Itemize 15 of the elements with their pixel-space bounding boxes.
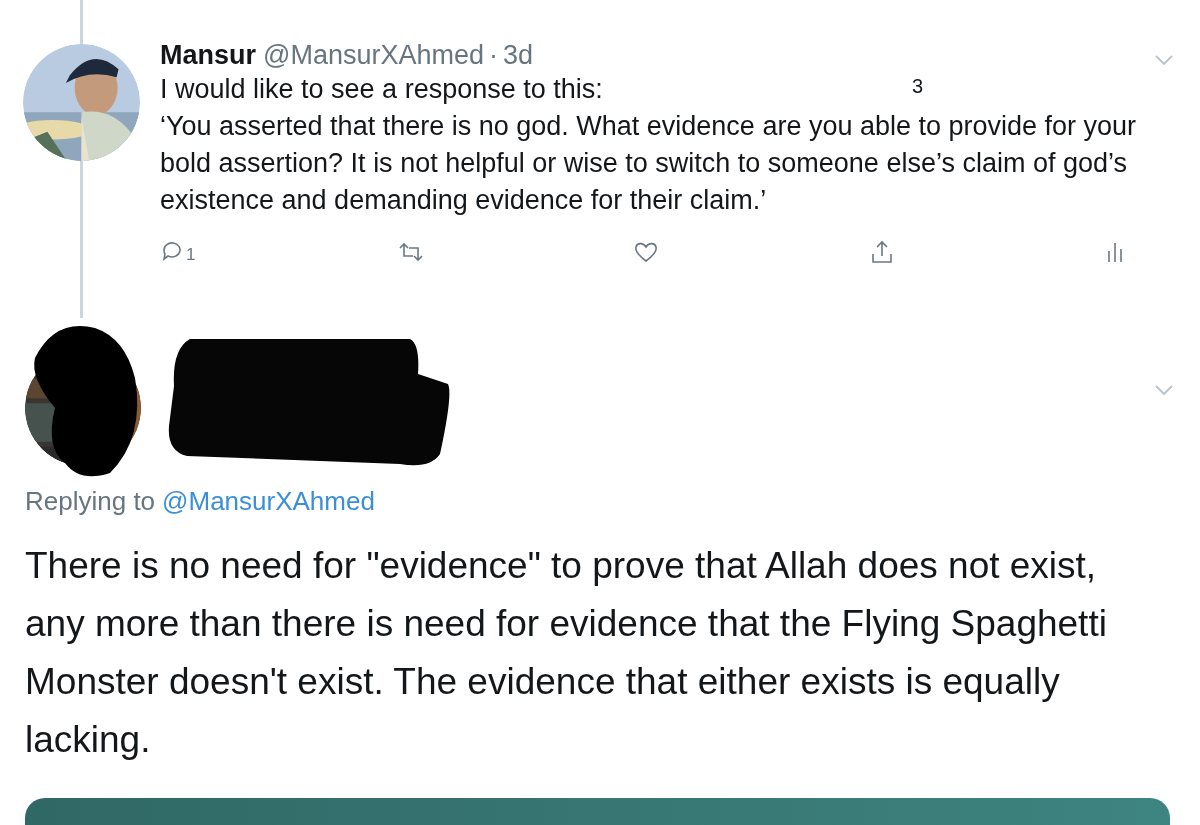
count-label: 3 xyxy=(912,75,924,98)
user-handle[interactable]: @MansurXAhmed xyxy=(263,40,485,71)
separator-dot: · xyxy=(489,40,499,71)
mention-link[interactable]: @MansurXAhmed xyxy=(162,486,375,517)
reply-count: 1 xyxy=(186,245,196,265)
stats-icon[interactable] xyxy=(1106,241,1124,263)
replying-label: Replying to xyxy=(25,486,156,517)
tweet-time: 3d xyxy=(503,40,534,71)
tweet-text: ‘You asserted that there is no god. What evidence are you able to provide for your bold assertion? It is not helpful or wise to switch to someone else’s claim of god’s existence and demanding evidence for their claim.’ xyxy=(160,110,1138,217)
reply-icon[interactable] xyxy=(160,239,184,263)
tweet-text: There is no need for "evidence" to prove that Allah does not exist, any more than there is need for evidence that the Flying Spaghetti Monster doesn't exist. The evidence that either exists is equally lacking. xyxy=(25,544,1108,762)
heart-icon[interactable] xyxy=(633,240,659,264)
tweet-text: I would like to see a response to this: xyxy=(160,73,603,106)
user-name[interactable]: Mansur xyxy=(160,40,257,71)
share-icon[interactable] xyxy=(869,239,894,265)
